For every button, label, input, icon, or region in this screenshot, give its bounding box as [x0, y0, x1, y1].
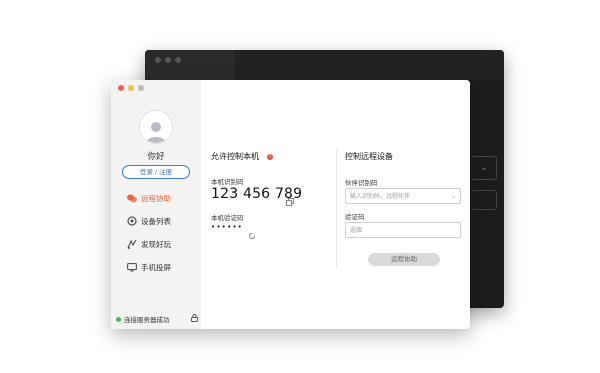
- background-field: [472, 190, 497, 210]
- status-text: 连接服务器成功: [124, 316, 170, 324]
- chevron-down-icon[interactable]: ⌄: [451, 189, 456, 205]
- device-list-icon: [127, 216, 137, 226]
- close-dot: [155, 57, 161, 63]
- sidebar-item-remote-assist[interactable]: 远程协助: [127, 192, 171, 204]
- allow-control-title: 允许控制本机: [211, 152, 259, 161]
- connection-status: 连接服务器成功: [116, 314, 198, 324]
- sidebar-item-device-list[interactable]: 设备列表: [127, 215, 171, 227]
- maximize-button[interactable]: [138, 85, 144, 91]
- user-icon: [146, 122, 166, 143]
- local-code-label: 本机验证码: [211, 214, 244, 222]
- sidebar-item-label: 设备列表: [141, 216, 171, 226]
- main-window: 你好 登录 / 注册 远程协助 设备列表 发现好玩 手机投屏 连接服务器成功 允…: [111, 80, 470, 329]
- section-divider: [336, 150, 337, 268]
- verify-code-input[interactable]: 选填: [345, 222, 461, 238]
- minimize-dot: [165, 57, 171, 63]
- sidebar-item-label: 发现好玩: [141, 239, 171, 249]
- local-id-label: 本机识别码: [211, 178, 244, 186]
- sidebar-item-discover[interactable]: 发现好玩: [127, 238, 171, 250]
- copy-icon[interactable]: [286, 191, 294, 210]
- verify-code-placeholder: 选填: [350, 227, 363, 234]
- main-content: 允许控制本机! 本机识别码 123 456 789 本机验证码 •••••• 控…: [201, 80, 470, 329]
- allow-control-section: 允许控制本机!: [211, 151, 273, 162]
- close-button[interactable]: [118, 85, 124, 91]
- verify-code-label: 验证码: [345, 213, 365, 221]
- remote-control-title: 控制远程设备: [345, 152, 393, 161]
- minimize-button[interactable]: [128, 85, 134, 91]
- background-dropdown: ⌄: [472, 156, 497, 180]
- status-indicator: [116, 316, 121, 322]
- sidebar-item-screen-cast[interactable]: 手机投屏: [127, 261, 171, 273]
- chevron-down-icon: ⌄: [480, 163, 488, 173]
- sidebar-item-label: 手机投屏: [141, 262, 171, 272]
- avatar[interactable]: [139, 110, 173, 144]
- background-window-controls: [155, 57, 181, 63]
- screen-cast-icon: [127, 262, 137, 272]
- greeting: 你好: [147, 152, 165, 162]
- local-code-value: ••••••: [211, 223, 243, 231]
- refresh-icon[interactable]: [248, 225, 256, 244]
- partner-id-input[interactable]: 输入识别码，远程伙伴 ⌄: [345, 188, 461, 204]
- discover-icon: [127, 239, 137, 249]
- window-controls: [118, 85, 144, 91]
- partner-id-placeholder: 输入识别码，远程伙伴: [350, 193, 411, 200]
- sidebar-item-label: 远程协助: [141, 193, 171, 203]
- maximize-dot: [175, 57, 181, 63]
- partner-id-label: 伙伴识别码: [345, 179, 378, 187]
- lock-icon[interactable]: [191, 314, 198, 324]
- remote-assist-icon: [127, 193, 137, 203]
- login-button[interactable]: 登录 / 注册: [122, 165, 190, 179]
- remote-assist-button[interactable]: 远程协助: [368, 253, 440, 266]
- sidebar: 你好 登录 / 注册 远程协助 设备列表 发现好玩 手机投屏 连接服务器成功: [111, 80, 201, 329]
- warning-icon[interactable]: !: [267, 153, 273, 160]
